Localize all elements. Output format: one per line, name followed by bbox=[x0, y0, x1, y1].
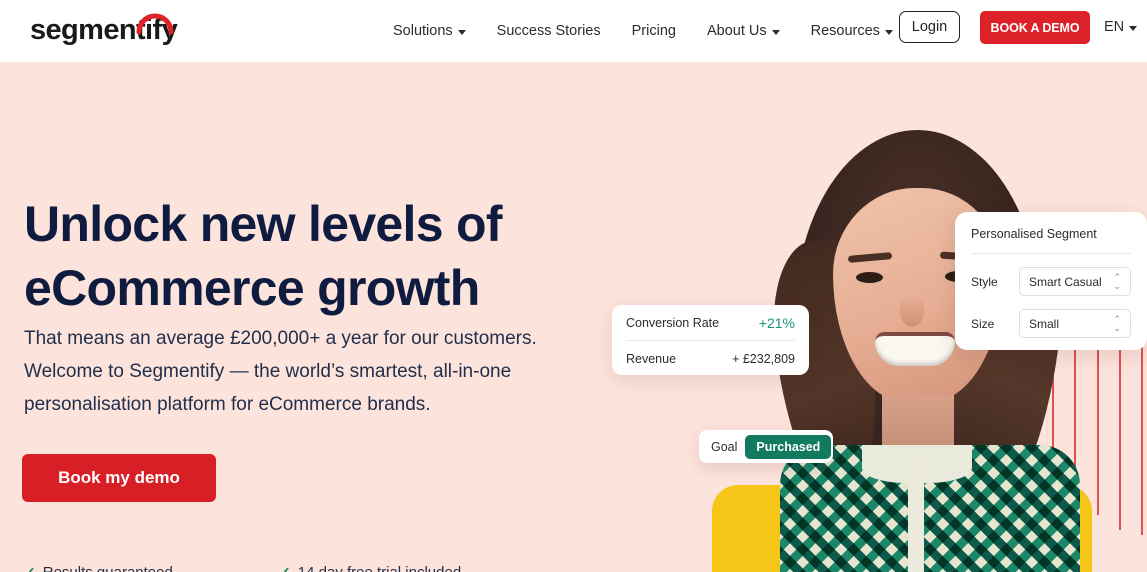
language-selector[interactable]: EN bbox=[1104, 19, 1138, 35]
metric-label: Conversion Rate bbox=[626, 315, 720, 330]
hero-section: Personalised Segment Style Smart Casual … bbox=[0, 62, 1147, 572]
perk-label: 14 day free trial included bbox=[298, 564, 461, 572]
segment-row-size: Size Small ⌃ ⌄ bbox=[955, 309, 1147, 338]
login-button[interactable]: Login bbox=[899, 11, 960, 43]
book-a-demo-button[interactable]: BOOK A DEMO bbox=[980, 11, 1090, 44]
goal-card: Goal Purchased bbox=[699, 430, 833, 463]
nav-label: Success Stories bbox=[496, 23, 601, 39]
perk-results-guaranteed: ✓ Results guaranteed bbox=[24, 564, 279, 572]
check-icon: ✓ bbox=[279, 564, 291, 572]
metrics-card: Conversion Rate +21% Revenue + £232,809 bbox=[612, 305, 809, 375]
chevron-down-icon bbox=[457, 29, 466, 35]
book-my-demo-button[interactable]: Book my demo bbox=[22, 454, 216, 502]
personalised-segment-card: Personalised Segment Style Smart Casual … bbox=[955, 212, 1147, 350]
stepper-icon[interactable]: ⌃ ⌄ bbox=[1113, 315, 1121, 333]
segment-card-title: Personalised Segment bbox=[971, 227, 1097, 241]
status-badge[interactable]: Purchased bbox=[745, 434, 832, 459]
goal-label: Goal bbox=[711, 439, 738, 454]
hero-subtitle: That means an average £200,000+ a year f… bbox=[24, 328, 537, 415]
main-navigation: Solutions Success Stories Pricing About … bbox=[383, 0, 964, 62]
nav-item-resources[interactable]: Resources bbox=[801, 23, 903, 39]
chevron-down-icon bbox=[771, 29, 780, 35]
metric-label: Revenue bbox=[626, 351, 677, 366]
style-select-value: Smart Casual bbox=[1029, 274, 1102, 289]
style-select[interactable]: Smart Casual ⌃ ⌄ bbox=[1019, 267, 1131, 296]
perk-label: Results guaranteed bbox=[43, 564, 173, 572]
check-icon: ✓ bbox=[24, 564, 36, 572]
metric-row-conversion-rate: Conversion Rate +21% bbox=[612, 305, 809, 340]
nav-label: Pricing bbox=[631, 23, 676, 39]
nav-item-solutions[interactable]: Solutions bbox=[383, 23, 476, 39]
chevron-down-icon bbox=[1129, 25, 1138, 31]
stepper-icon[interactable]: ⌃ ⌄ bbox=[1113, 273, 1121, 291]
nav-item-success-stories[interactable]: Success Stories bbox=[487, 23, 611, 39]
size-select-value: Small bbox=[1029, 316, 1060, 331]
landing-page: segmentify Solutions Success Stories Pri… bbox=[0, 0, 1147, 572]
size-select[interactable]: Small ⌃ ⌄ bbox=[1019, 309, 1131, 338]
metric-row-revenue: Revenue + £232,809 bbox=[612, 341, 809, 376]
nav-item-about-us[interactable]: About Us bbox=[697, 23, 790, 39]
metric-value: +21% bbox=[758, 314, 795, 331]
hero-perks: ✓ Results guaranteed ✓ 14 day free trial… bbox=[24, 564, 461, 572]
segment-label: Style bbox=[971, 274, 998, 289]
logo-arc-icon bbox=[136, 13, 174, 34]
title-line-2: eCommerce growth bbox=[24, 260, 480, 316]
metric-value: + £232,809 bbox=[732, 351, 795, 366]
nav-label: About Us bbox=[706, 23, 767, 39]
title-line-1: Unlock new levels of bbox=[24, 196, 503, 252]
nav-label: Solutions bbox=[393, 23, 453, 39]
divider bbox=[971, 253, 1131, 254]
site-header: segmentify Solutions Success Stories Pri… bbox=[0, 0, 1147, 62]
nav-label: Resources bbox=[810, 23, 880, 39]
segment-label: Size bbox=[971, 316, 995, 331]
logo[interactable]: segmentify bbox=[30, 13, 178, 47]
nav-item-pricing[interactable]: Pricing bbox=[622, 23, 686, 39]
chevron-down-icon bbox=[884, 29, 893, 35]
page-title: Unlock new levels of eCommerce growth bbox=[24, 192, 584, 320]
language-label: EN bbox=[1104, 19, 1125, 35]
perk-free-trial: ✓ 14 day free trial included bbox=[279, 564, 461, 572]
segment-row-style: Style Smart Casual ⌃ ⌄ bbox=[955, 267, 1147, 296]
